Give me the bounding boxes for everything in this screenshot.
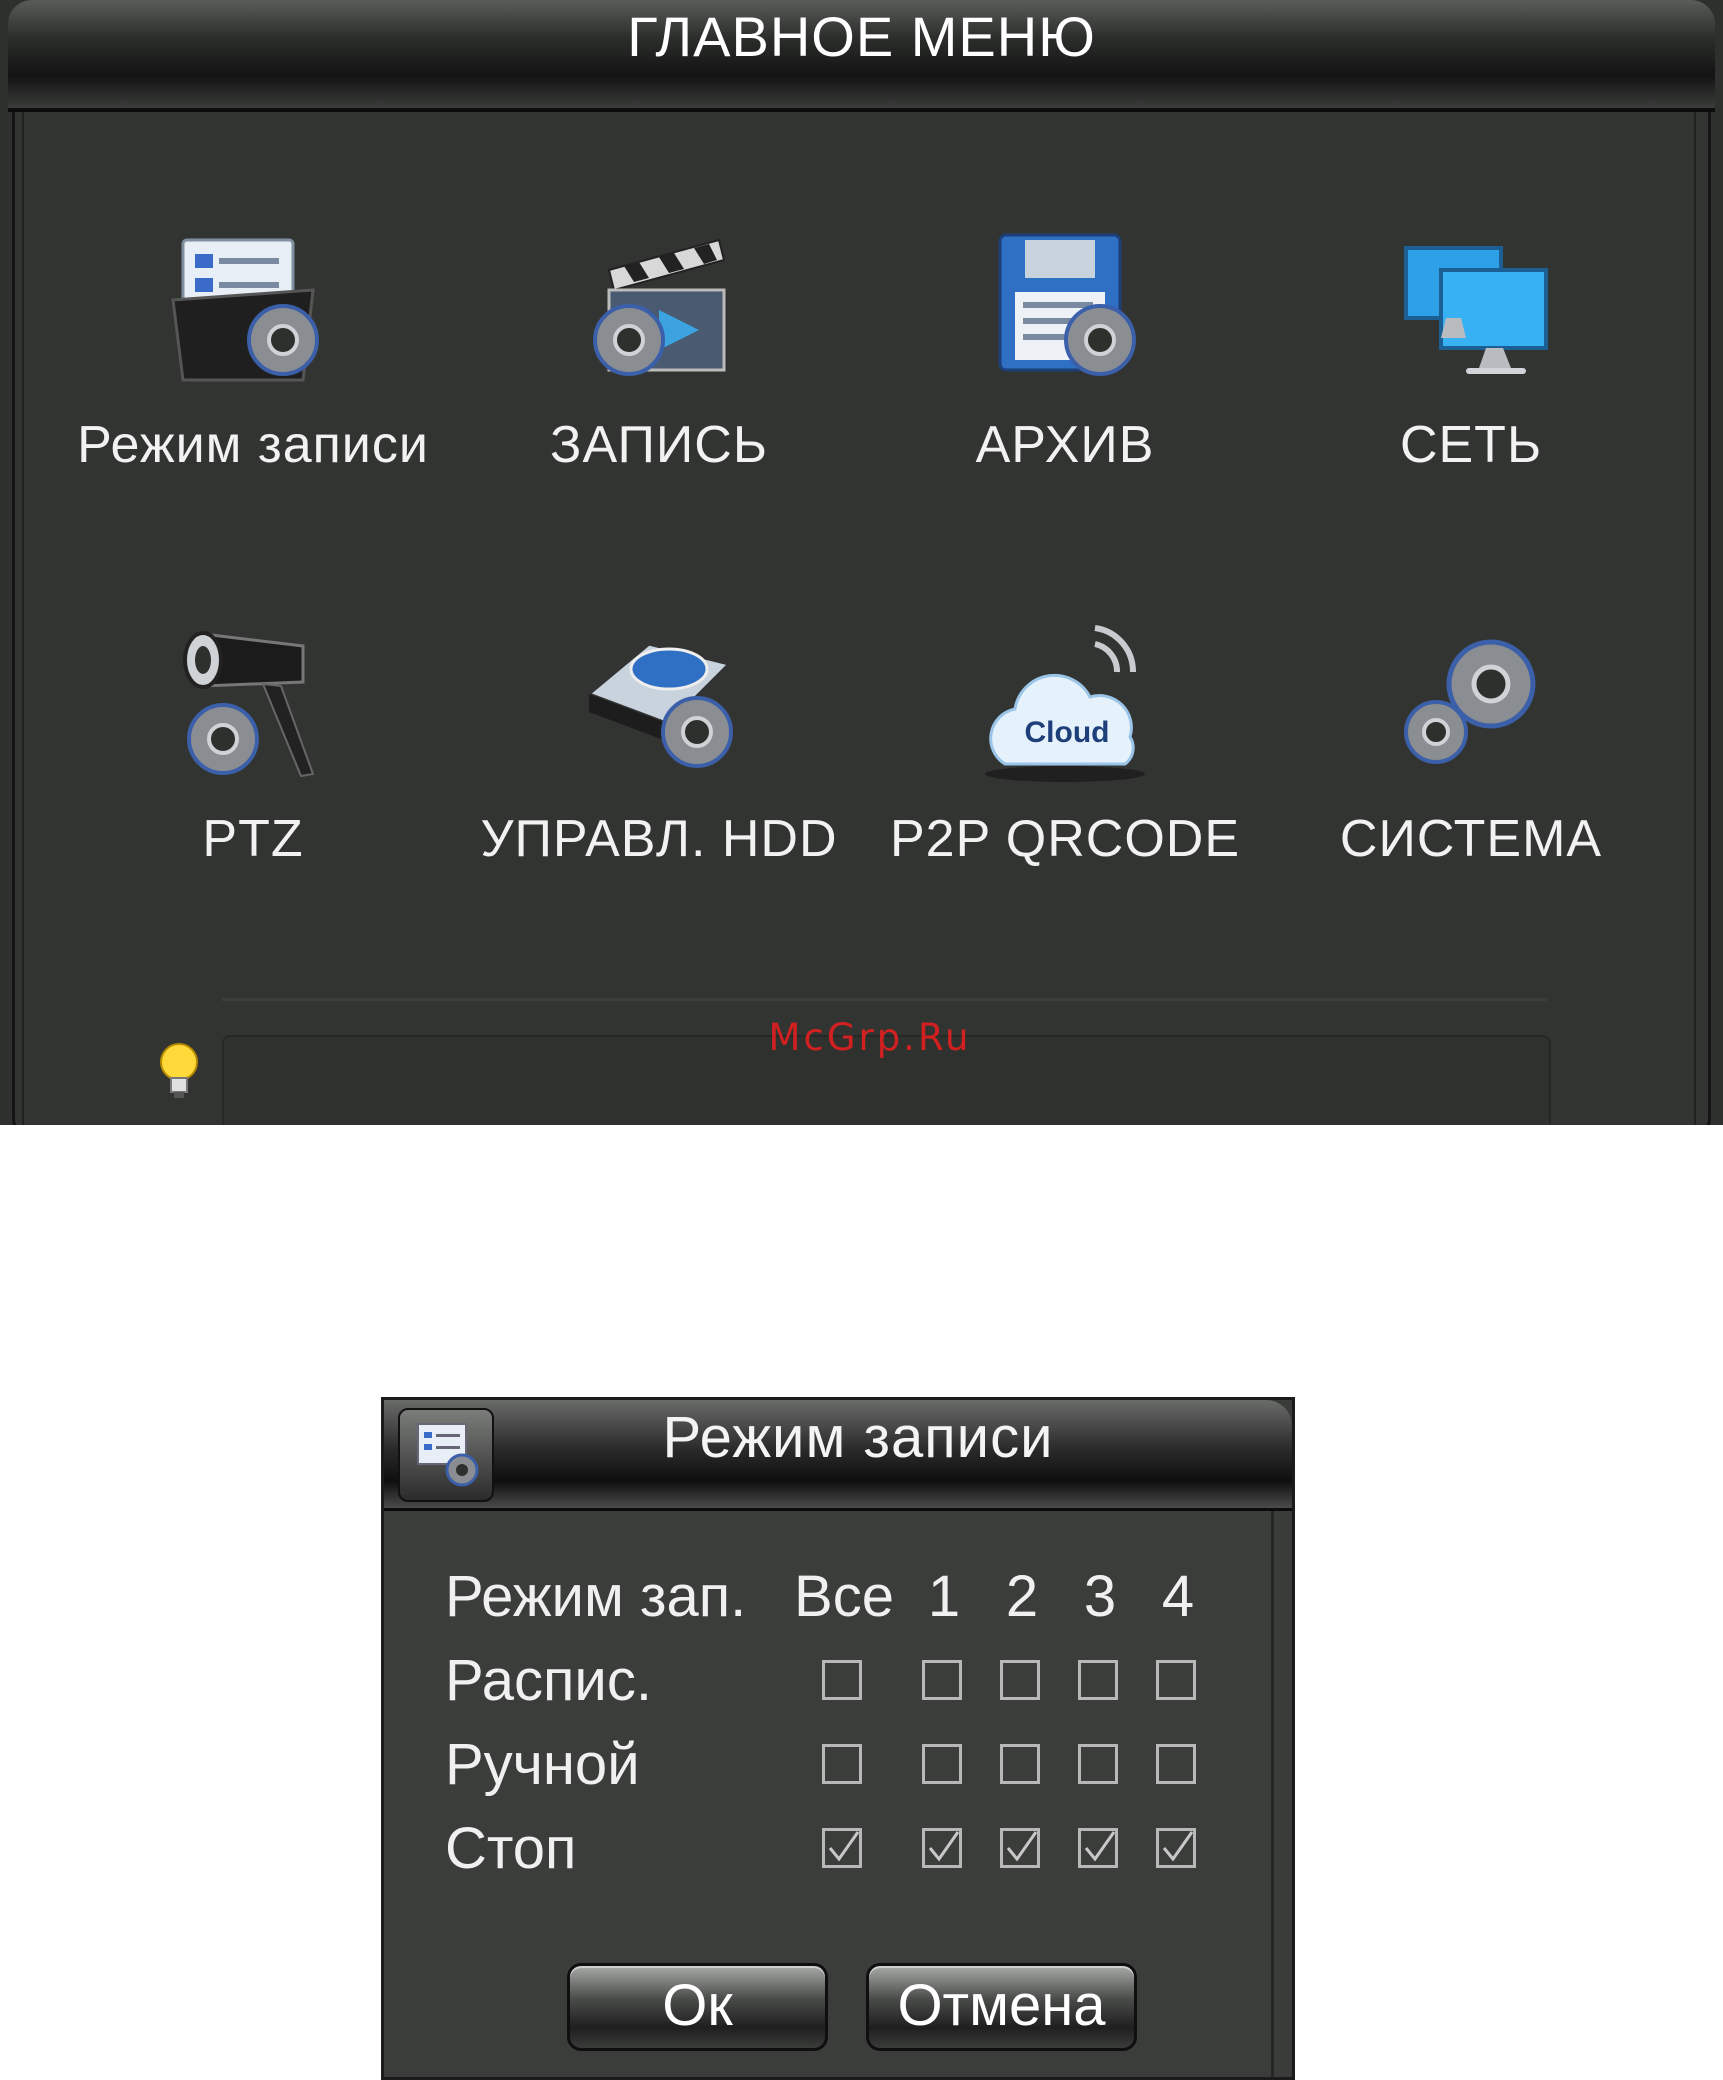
menu-item-label: АРХИВ: [975, 416, 1155, 474]
menu-item-label: ЗАПИСЬ: [550, 416, 768, 474]
cloud-icon: Cloud: [985, 625, 1145, 782]
cloud-icon-text: Cloud: [1025, 716, 1110, 749]
menu-item-label: P2P QRCODE: [889, 810, 1241, 868]
checkmark-icon: [928, 1831, 960, 1862]
main-menu-titlebar: ГЛАВНОЕ МЕНЮ: [8, 0, 1715, 112]
column-1: 1: [927, 1564, 961, 1629]
column-3: 3: [1083, 1564, 1117, 1629]
menu-item-hdd[interactable]: УПРАВЛ. HDD: [449, 624, 869, 924]
menu-item-label: УПРАВЛ. HDD: [480, 810, 838, 868]
checkbox-manual-1[interactable]: [922, 1744, 962, 1784]
row-label-stop: Стоп: [445, 1816, 577, 1881]
hdd-management-icon: [586, 642, 733, 768]
menu-item-ptz[interactable]: PTZ: [43, 624, 463, 924]
menu-item-system[interactable]: СИСТЕМА: [1261, 624, 1681, 924]
column-4: 4: [1161, 1564, 1195, 1629]
checkmark-icon: [1006, 1831, 1038, 1862]
ptz-camera-icon: [183, 631, 315, 778]
recording-clapper-icon: [593, 238, 726, 376]
ok-button[interactable]: Ок: [567, 1963, 828, 2051]
checkmark-icon: [1084, 1831, 1116, 1862]
menu-item-archive[interactable]: АРХИВ: [855, 230, 1275, 530]
checkbox-manual-all[interactable]: [822, 1744, 862, 1784]
checkbox-schedule-all[interactable]: [822, 1660, 862, 1700]
menu-item-record-mode[interactable]: Режим записи: [43, 230, 463, 530]
record-mode-dialog: Режим записи Режим зап. Все 1 2 3 4 Расп…: [381, 1397, 1295, 2080]
row-label-schedule: Распис.: [445, 1648, 652, 1713]
checkbox-manual-3[interactable]: [1078, 1744, 1118, 1784]
checkbox-stop-1[interactable]: [922, 1828, 962, 1868]
checkbox-stop-all[interactable]: [822, 1828, 862, 1868]
menu-item-label: СЕТЬ: [1399, 416, 1543, 474]
row-label-manual: Ручной: [445, 1732, 640, 1797]
checkbox-stop-3[interactable]: [1078, 1828, 1118, 1868]
record-mode-icon: [171, 238, 319, 382]
checkmark-icon: [1162, 1831, 1194, 1862]
cancel-button[interactable]: Отмена: [866, 1963, 1137, 2051]
lightbulb-icon: [160, 1043, 198, 1098]
column-2: 2: [1005, 1564, 1039, 1629]
menu-item-p2p-qrcode[interactable]: Cloud P2P QRCODE: [855, 624, 1275, 924]
menu-item-label: СИСТЕМА: [1339, 810, 1603, 868]
checkbox-schedule-4[interactable]: [1156, 1660, 1196, 1700]
main-menu-window: ГЛАВНОЕ МЕНЮ Режим записи ЗАПИСЬ АРХИВ С…: [0, 0, 1723, 1125]
checkbox-schedule-1[interactable]: [922, 1660, 962, 1700]
dialog-title: Режим записи: [662, 1405, 1054, 1470]
archive-floppy-icon: [998, 233, 1136, 376]
checkbox-schedule-2[interactable]: [1000, 1660, 1040, 1700]
menu-item-network[interactable]: СЕТЬ: [1261, 230, 1681, 530]
record-mode-header: Режим зап.: [445, 1564, 747, 1629]
checkbox-manual-2[interactable]: [1000, 1744, 1040, 1784]
checkbox-manual-4[interactable]: [1156, 1744, 1196, 1784]
column-all: Все: [794, 1564, 894, 1629]
menu-item-label: Режим записи: [77, 416, 429, 474]
tip-separator: [222, 998, 1547, 1001]
network-monitors-icon: [1404, 246, 1548, 374]
checkmark-icon: [828, 1831, 860, 1862]
checkbox-stop-2[interactable]: [1000, 1828, 1040, 1868]
dialog-titlebar: Режим записи: [384, 1400, 1292, 1511]
system-gears-icon: [1404, 639, 1536, 764]
checkbox-schedule-3[interactable]: [1078, 1660, 1118, 1700]
menu-item-label: PTZ: [202, 810, 304, 868]
menu-item-recording[interactable]: ЗАПИСЬ: [449, 230, 869, 530]
main-menu-title: ГЛАВНОЕ МЕНЮ: [627, 5, 1096, 68]
watermark: McGrp.Ru: [768, 1016, 972, 1059]
checkbox-stop-4[interactable]: [1156, 1828, 1196, 1868]
